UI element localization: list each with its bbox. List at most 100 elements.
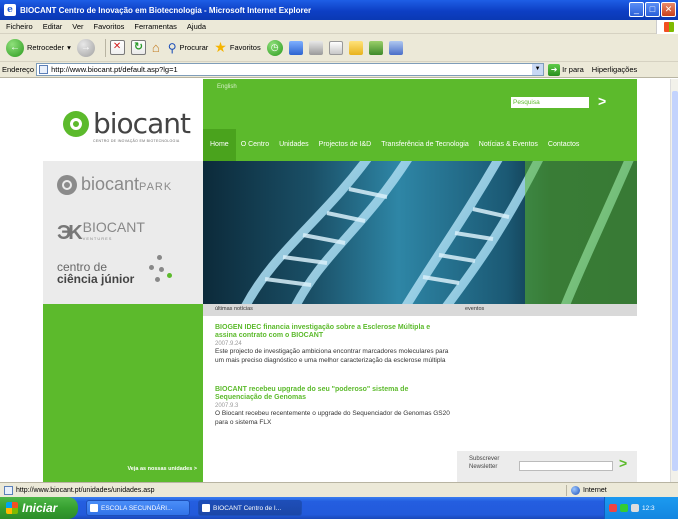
home-icon[interactable]: ⌂ [152,40,160,55]
system-tray: 12:3 [604,497,678,519]
edit-icon[interactable] [328,40,343,55]
address-url: http://www.biocant.pt/default.asp?lg=1 [51,65,178,74]
mail-icon[interactable] [288,40,303,55]
print-icon[interactable] [308,40,323,55]
nav-unidades[interactable]: Unidades [274,129,314,161]
chevron-down-icon[interactable]: ▼ [532,64,544,75]
page-icon [4,485,13,495]
language-link[interactable]: English [217,84,237,90]
brand-word: biocant [93,107,191,140]
browser-toolbar: ← Retroceder ▾ → ⌂ ⚲ Procurar ★ Favorito… [0,34,678,62]
news-header: últimas notícias [215,306,253,312]
nav-transferencia[interactable]: Transferência de Tecnologia [376,129,474,161]
links-button[interactable]: Hiperligações [592,65,637,74]
globe-icon [571,486,580,495]
back-button[interactable]: ← Retroceder ▾ [6,38,71,57]
news-header-bar: últimas notícias eventos [203,304,637,316]
network-icon[interactable] [609,504,617,512]
taskbar-item-biocant[interactable]: BIOCANT Centro de I... [198,500,302,516]
search-go-icon[interactable]: > [598,93,606,109]
menu-file[interactable]: Ficheiro [2,22,39,31]
menu-bar: Ficheiro Editar Ver Favoritos Ferramenta… [0,20,678,34]
window-title: BIOCANT Centro de Inovação em Biotecnolo… [20,5,312,15]
header-band: English > [203,79,637,129]
logo-box: biocant CENTRO DE INOVAÇÃO EM BIOTECNOLO… [43,79,203,161]
favorites-label: Favoritos [229,43,261,52]
go-button[interactable]: ➜ Ir para [548,63,584,76]
newsletter-email-input[interactable] [519,461,613,471]
main-nav: Home O Centro Unidades Projectos de I&D … [203,129,637,161]
favorites-button[interactable]: ★ Favoritos [214,39,260,56]
go-label: Ir para [562,65,584,74]
windows-logo-icon [656,20,678,34]
menu-view[interactable]: Ver [68,22,89,31]
menu-tools[interactable]: Ferramentas [130,22,183,31]
messenger-icon[interactable] [368,40,383,55]
nav-noticias[interactable]: Notícias & Eventos [474,129,543,161]
biocant-park-logo[interactable]: biocantPARK [57,174,172,195]
clock[interactable]: 12:3 [642,505,655,512]
left-column: biocant CENTRO DE INOVAÇÃO EM BIOTECNOLO… [43,79,203,482]
events-header: eventos [465,306,485,312]
minimize-button[interactable]: _ [629,2,644,17]
ventures-word: BIOCANT VENTURES [82,219,145,241]
news-item: BIOCANT recebeu upgrade do seu "poderoso… [215,386,451,427]
biocant-logo-icon [63,110,89,137]
biocant-ventures-logo[interactable]: ЭK BIOCANT VENTURES [57,219,145,245]
toolbar-separator [104,38,106,57]
news-title[interactable]: BIOGEN IDEC financia investigação sobre … [215,324,451,340]
biocant-logo[interactable]: biocant [63,107,191,140]
security-zone: Internet [566,485,607,496]
page-viewport: biocant CENTRO DE INOVAÇÃO EM BIOTECNOLO… [0,79,670,482]
stop-icon[interactable] [109,40,125,55]
newsletter-submit-icon[interactable]: > [619,455,627,471]
close-button[interactable]: ✕ [661,2,676,17]
park-word: biocantPARK [81,174,173,194]
vertical-scrollbar[interactable] [670,79,678,482]
nav-projectos[interactable]: Projectos de I&D [314,129,377,161]
page-icon [39,65,49,74]
news-title[interactable]: BIOCANT recebeu upgrade do seu "poderoso… [215,386,451,402]
menu-favorites[interactable]: Favoritos [90,22,131,31]
news-date: 2007.9.24 [215,341,242,347]
search-label: Procurar [179,43,209,52]
forward-button[interactable]: → [76,38,95,57]
scrollbar-thumb[interactable] [672,91,678,471]
back-arrow-icon: ← [6,38,24,57]
start-label: Iniciar [22,501,58,515]
start-button[interactable]: Iniciar [0,497,78,519]
task-label: ESCOLA SECUNDÁRI... [101,504,173,512]
task-label: BIOCANT Centro de I... [213,504,282,512]
units-link[interactable]: Veja as nossas unidades > [127,466,197,472]
menu-help[interactable]: Ajuda [183,22,212,31]
ciencia-junior-logo[interactable]: centro de ciência júnior [57,261,134,286]
right-column: English > Home O Centro Unidades Project… [203,79,637,482]
search-button[interactable]: ⚲ Procurar [168,41,209,55]
search-icon: ⚲ [167,40,177,55]
refresh-icon[interactable] [130,40,146,55]
status-bar: http://www.biocant.pt/unidades/unidades.… [0,482,678,497]
folder-icon[interactable] [348,40,363,55]
address-label: Endereço [2,65,35,74]
go-arrow-icon: ➜ [548,63,561,76]
newsletter-label: Subscrever Newsletter [469,456,500,470]
dropdown-arrow-icon[interactable]: ▾ [67,43,71,52]
biocant-site: biocant CENTRO DE INOVAÇÃO EM BIOTECNOLO… [43,79,637,482]
window-titlebar[interactable]: e BIOCANT Centro de Inovação em Biotecno… [0,0,678,20]
tools-icon[interactable] [388,40,403,55]
green-overlay [525,161,637,304]
antivirus-icon[interactable] [620,504,628,512]
taskbar-item-escola[interactable]: ESCOLA SECUNDÁRI... [86,500,190,516]
zone-label: Internet [583,487,607,494]
volume-icon[interactable] [631,504,639,512]
maximize-button[interactable]: □ [645,2,660,17]
history-icon[interactable]: ◷ [266,39,283,56]
menu-edit[interactable]: Editar [39,22,69,31]
nav-contactos[interactable]: Contactos [543,129,585,161]
park-logo-icon [57,174,77,195]
site-search-input[interactable] [511,97,589,108]
nav-o-centro[interactable]: O Centro [236,129,274,161]
news-body: O Biocant recebeu recentemente o upgrade… [215,410,450,426]
address-input[interactable]: http://www.biocant.pt/default.asp?lg=1 ▼ [36,63,545,76]
nav-home[interactable]: Home [203,129,236,161]
